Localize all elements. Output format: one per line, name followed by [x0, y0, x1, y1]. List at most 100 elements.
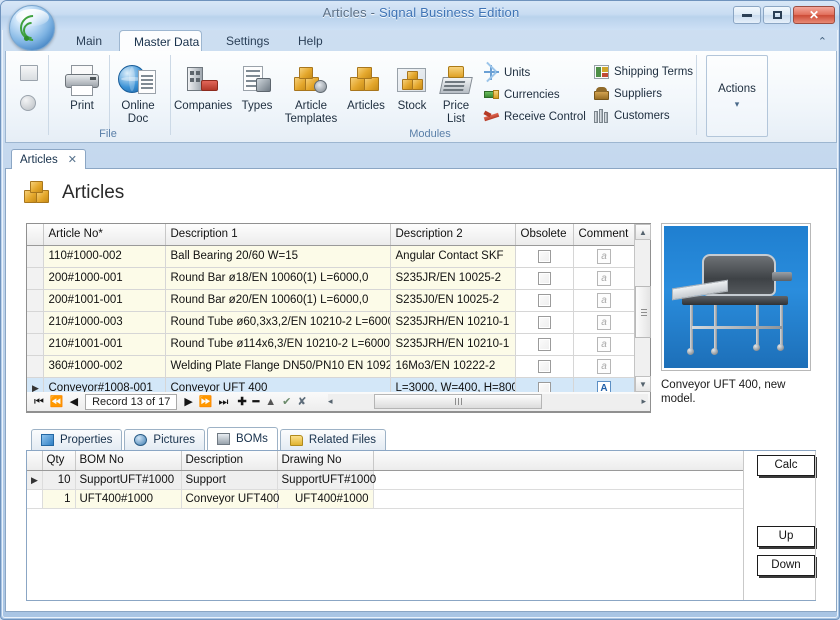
ribbon-button-receive-control[interactable]: Receive Control [483, 109, 586, 124]
bom-cell-drawing-no[interactable]: SupportUFT#1000 [277, 470, 376, 490]
grid-horizontal-scrollbar[interactable]: ◂ ▸ [328, 394, 648, 409]
bom-column-header-qty[interactable]: Qty [42, 451, 76, 471]
column-header-obsolete[interactable]: Obsolete [515, 224, 574, 246]
cell-article-no[interactable]: 360#1000-002 [43, 355, 166, 378]
maximize-button[interactable] [763, 6, 791, 24]
cell-description1[interactable]: Welding Plate Flange DN50/PN10 EN 1092-1 [165, 355, 391, 378]
close-button[interactable]: ✕ [793, 6, 835, 24]
scroll-up-icon[interactable]: ▲ [635, 224, 651, 240]
ribbon-tab-master-data[interactable]: Master Data [119, 30, 202, 52]
tab-properties[interactable]: Properties [31, 429, 123, 450]
nav-next-button[interactable]: ▶ [181, 393, 195, 411]
actions-button[interactable]: Actions ▾ [706, 55, 768, 137]
cell-comment[interactable]: a [573, 245, 636, 268]
table-row[interactable]: 210#1001-001 Round Tube ø114x6,3/EN 1021… [27, 333, 636, 356]
nav-first-button[interactable]: ⏮ [31, 393, 47, 411]
bom-column-header-bom-no[interactable]: BOM No [75, 451, 182, 471]
cell-description1[interactable]: Ball Bearing 20/60 W=15 [165, 245, 391, 268]
ribbon-button-article-templates[interactable]: Article Templates [282, 65, 340, 126]
cell-description1[interactable]: Round Bar ø18/EN 10060(1) L=6000,0 [165, 267, 391, 290]
ribbon-collapse-icon[interactable]: ⌃ [818, 35, 827, 48]
ribbon-button-customers[interactable]: Customers [594, 109, 670, 123]
bom-cell-description[interactable]: Support [181, 470, 278, 490]
down-button[interactable]: Down [757, 555, 815, 576]
ribbon-tab-main[interactable]: Main [62, 30, 116, 52]
cell-article-no[interactable]: 200#1000-001 [43, 267, 166, 290]
cell-obsolete[interactable] [515, 355, 574, 378]
cell-obsolete[interactable] [515, 267, 574, 290]
table-row[interactable]: 200#1000-001 Round Bar ø18/EN 10060(1) L… [27, 267, 636, 290]
bom-cell-qty[interactable]: 10 [42, 470, 76, 490]
ribbon-button-currencies[interactable]: Currencies [484, 87, 560, 102]
ribbon-button-price-list[interactable]: Price List [434, 65, 478, 126]
nav-next-page-button[interactable]: ⏩ [196, 393, 216, 411]
cell-description2[interactable]: S235JR/EN 10025-2 [390, 267, 516, 290]
comment-icon[interactable]: a [597, 314, 611, 330]
ribbon-button-stock[interactable]: Stock [390, 65, 434, 113]
save-icon[interactable] [20, 65, 38, 81]
cell-obsolete[interactable] [515, 289, 574, 312]
cell-comment[interactable]: a [573, 289, 636, 312]
ribbon-tab-help[interactable]: Help [284, 30, 337, 52]
bom-column-header-drawing-no[interactable]: Drawing No [277, 451, 374, 471]
bom-cell-bom-no[interactable]: SupportUFT#1000 [75, 470, 182, 490]
bom-column-header-description[interactable]: Description [181, 451, 278, 471]
cell-comment[interactable]: a [573, 311, 636, 334]
up-button[interactable]: Up [757, 526, 815, 547]
nav-post-button[interactable]: ✔ [279, 393, 294, 411]
nav-last-button[interactable]: ⏭ [216, 393, 232, 411]
obsolete-checkbox[interactable] [537, 337, 551, 351]
ribbon-button-articles[interactable]: Articles [342, 65, 390, 113]
nav-edit-button[interactable]: ▲ [262, 393, 279, 411]
table-row[interactable]: ▶ 10 SupportUFT#1000 Support SupportUFT#… [27, 470, 743, 490]
cell-comment[interactable]: a [573, 355, 636, 378]
ribbon-button-print[interactable]: Print [58, 65, 106, 113]
cell-obsolete[interactable] [515, 245, 574, 268]
obsolete-checkbox[interactable] [537, 293, 551, 307]
undo-icon[interactable] [20, 95, 36, 111]
comment-icon[interactable]: a [597, 248, 611, 264]
image-frame[interactable] [661, 223, 811, 371]
cell-obsolete[interactable] [515, 311, 574, 334]
obsolete-checkbox[interactable] [537, 315, 551, 329]
cell-description2[interactable]: S235JRH/EN 10210-1 [390, 311, 516, 334]
document-tab-articles[interactable]: Articles ✕ [11, 149, 86, 170]
bom-cell-drawing-no[interactable]: UFT400#1000 [277, 489, 374, 509]
ribbon-button-types[interactable]: Types [234, 65, 280, 113]
nav-add-button[interactable]: ✚ [234, 393, 249, 411]
nav-prev-button[interactable]: ◀ [67, 393, 81, 411]
cell-description1[interactable]: Round Tube ø114x6,3/EN 10210-2 L=6000,0 [165, 333, 391, 356]
cell-article-no[interactable]: 210#1001-001 [43, 333, 166, 356]
nav-prev-page-button[interactable]: ⏪ [47, 393, 67, 411]
cell-description2[interactable]: 16Mo3/EN 10222-2 [390, 355, 516, 378]
ribbon-button-suppliers[interactable]: Suppliers [594, 87, 662, 101]
cell-description1[interactable]: Round Tube ø60,3x3,2/EN 10210-2 L=6000,0 [165, 311, 391, 334]
tab-boms[interactable]: BOMs [206, 427, 278, 450]
grid-vertical-scrollbar[interactable]: ▲ ▼ [634, 224, 651, 392]
hscrollbar-thumb[interactable] [374, 394, 542, 409]
ribbon-button-companies[interactable]: Companies [174, 65, 232, 113]
cell-article-no[interactable]: 210#1000-003 [43, 311, 166, 334]
cell-article-no[interactable]: 200#1001-001 [43, 289, 166, 312]
column-header-article-no[interactable]: Article No* [43, 224, 166, 246]
nav-delete-button[interactable]: ━ [250, 393, 263, 411]
table-row[interactable]: 1 UFT400#1000 Conveyor UFT400 UFT400#100… [27, 489, 743, 509]
cell-comment[interactable]: a [573, 333, 636, 356]
scroll-down-icon[interactable]: ▼ [635, 376, 651, 392]
close-icon[interactable]: ✕ [68, 150, 77, 170]
obsolete-checkbox[interactable] [537, 271, 551, 285]
scroll-left-icon[interactable]: ◂ [328, 394, 333, 409]
table-row[interactable]: 360#1000-002 Welding Plate Flange DN50/P… [27, 355, 636, 378]
cell-description2[interactable]: S235J0/EN 10025-2 [390, 289, 516, 312]
tab-related-files[interactable]: Related Files [279, 429, 387, 450]
obsolete-checkbox[interactable] [537, 359, 551, 373]
bom-cell-qty[interactable]: 1 [42, 489, 76, 509]
cell-obsolete[interactable] [515, 333, 574, 356]
bom-cell-bom-no[interactable]: UFT400#1000 [75, 489, 182, 509]
table-row[interactable]: 200#1001-001 Round Bar ø20/EN 10060(1) L… [27, 289, 636, 312]
minimize-button[interactable] [733, 6, 761, 24]
ribbon-button-units[interactable]: Units [484, 61, 530, 83]
table-row[interactable]: 110#1000-002 Ball Bearing 20/60 W=15 Ang… [27, 245, 636, 268]
nav-cancel-button[interactable]: ✘ [294, 393, 309, 411]
column-header-description1[interactable]: Description 1 [165, 224, 391, 246]
